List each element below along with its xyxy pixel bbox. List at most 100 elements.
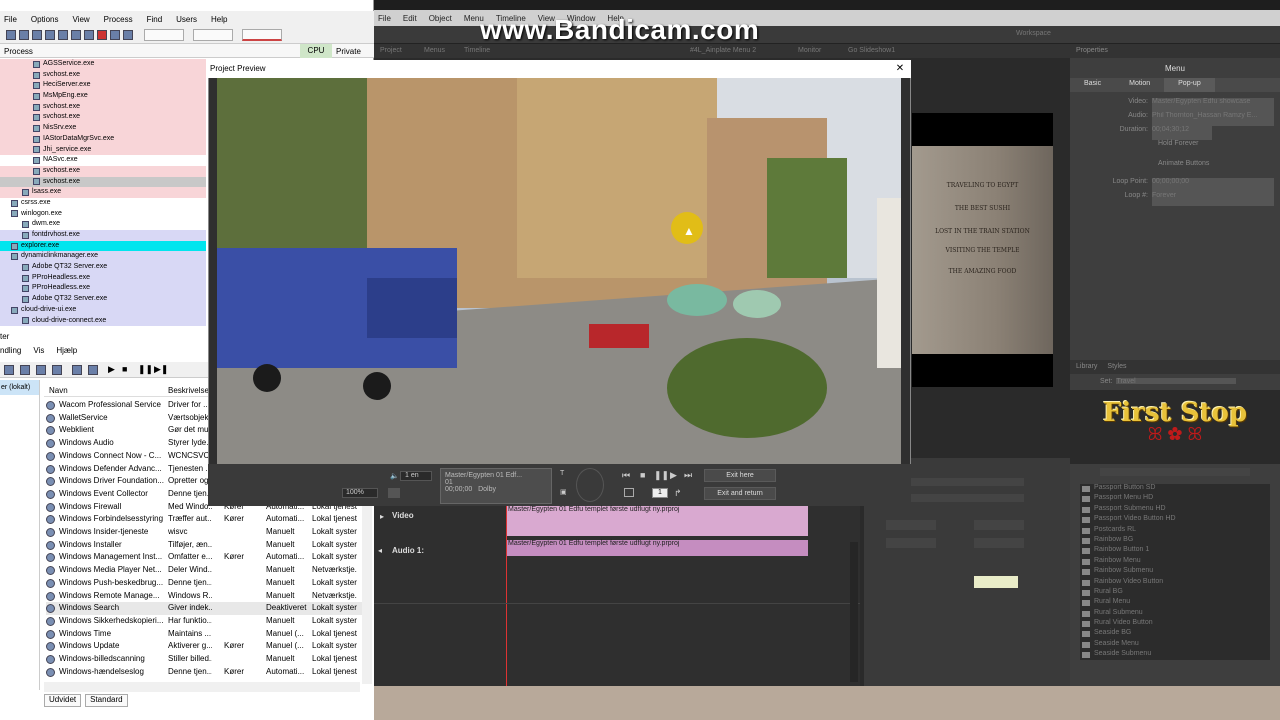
timeline-scrollbar[interactable] [850,542,858,682]
process-row[interactable]: HeciServer.exe [0,80,206,92]
library-item[interactable]: Rural BG [1080,588,1270,598]
process-row[interactable]: svchost.exe [0,69,206,81]
color-swatch[interactable] [974,576,1018,588]
preview-video[interactable]: ▲ [217,78,901,464]
help-icon[interactable] [72,365,82,375]
process-row[interactable]: cloud-drive-ui.exe [0,304,206,316]
console-icon[interactable] [36,365,46,375]
process-row[interactable]: svchost.exe [0,101,206,113]
menu-hjaelp[interactable]: Hjælp [56,346,77,360]
column-cpu[interactable]: CPU [300,44,332,58]
tab-timeline[interactable]: Timeline [464,47,490,54]
service-row[interactable]: Windows Sikkerhedskopieri... Har funktio.… [46,615,362,628]
title-menu-icon[interactable]: T [560,470,564,477]
crosshair-icon[interactable] [123,30,133,40]
tab-popup[interactable]: Pop-up [1164,78,1215,92]
process-row[interactable]: explorer.exe [0,240,206,252]
menu-item-5[interactable]: THE AMAZING FOOD [912,268,1053,275]
play-icon[interactable]: ▶ [670,470,677,481]
menu-handling[interactable]: ndling [0,346,21,360]
tab-basic[interactable]: Basic [1070,78,1115,92]
service-row[interactable]: Windows Search Giver indek... Deaktiveret L… [46,602,362,615]
process-row[interactable]: svchost.exe [0,165,206,177]
go-icon[interactable]: ↱ [674,488,682,499]
properties-tab[interactable]: Properties [1070,44,1280,58]
service-row[interactable]: Windows Forbindelsesstyring Træffer aut..… [46,513,362,526]
exit-and-return-button[interactable]: Exit and return [704,487,776,500]
loop-select[interactable]: Forever [1152,192,1274,206]
menu-file[interactable]: File [4,15,17,24]
column-description[interactable]: Beskrivelse [168,386,209,395]
workspace-label[interactable]: Workspace [1016,30,1051,37]
restart-icon[interactable]: ▶❚ [154,364,168,375]
process-row[interactable]: MsMpEng.exe [0,91,206,102]
tab-motion[interactable]: Motion [1115,78,1164,92]
library-item[interactable]: Passport Video Button HD [1080,515,1270,525]
process-row[interactable]: fontdrvhost.exe [0,230,206,241]
stop-icon[interactable]: ■ [122,364,127,374]
pause-icon[interactable]: ❚❚ [654,470,669,481]
system-info-icon[interactable] [32,30,42,40]
process-row[interactable]: Adobe QT32 Server.exe [0,294,206,305]
tab-monitor[interactable]: Monitor [798,47,821,54]
column-private[interactable]: Private [336,47,361,56]
tab-udvidet[interactable]: Udvidet [44,694,82,707]
process-row[interactable]: winlogon.exe [0,208,206,220]
library-item[interactable]: Passport Button SD [1080,484,1270,494]
forward-icon[interactable] [20,365,30,375]
tab-slideshow[interactable]: Go Slideshow1 [848,47,895,54]
hold-forever-checkbox[interactable]: Hold Forever [1090,140,1274,154]
previous-chapter-icon[interactable]: ⏮ [622,470,630,481]
process-row[interactable]: svchost.exe [0,112,206,124]
services-local-node[interactable]: er (lokalt) [0,380,39,395]
menu-file[interactable]: File [378,14,391,23]
tab-library[interactable]: Library [1076,363,1097,371]
speaker-icon[interactable]: 🔈 [390,472,399,480]
process-row[interactable]: AGSService.exe [0,59,206,70]
process-row[interactable]: IAStorDataMgrSvc.exe [0,133,206,145]
tab-project[interactable]: Project [380,47,402,54]
properties-icon[interactable] [45,30,55,40]
back-icon[interactable] [4,365,14,375]
library-item[interactable]: Rural Submenu [1080,609,1270,619]
service-row[interactable]: Windows-hændelseslog Denne tjen... Kører Au… [46,666,362,679]
kill-process-icon[interactable] [97,30,107,40]
menu-item-2[interactable]: THE BEST SUSHI [912,205,1053,212]
source-info[interactable]: Master/Egypten 01 Edf... 01 00;00;00 Dol… [440,468,552,504]
video-clip[interactable]: Master/Egypten 01 Edfu templet første ud… [506,506,808,536]
play-icon[interactable]: ▶ [108,364,115,375]
services-hscrollbar[interactable] [44,682,360,692]
menu-users[interactable]: Users [176,15,197,24]
process-row[interactable]: Jhi_service.exe [0,144,206,156]
process-row[interactable]: dynamiclinkmanager.exe [0,251,206,263]
menu-vis[interactable]: Vis [33,346,44,360]
library-item[interactable]: Rainbow Video Button [1080,578,1270,588]
menu-item-4[interactable]: VISITING THE TEMPLE [912,247,1053,254]
column-process[interactable]: Process [4,47,33,56]
process-row[interactable]: csrss.exe [0,197,206,209]
process-row[interactable]: svchost.exe [0,176,206,188]
process-row[interactable]: lsass.exe [0,187,206,198]
service-row[interactable]: Windows Push-beskedbrug... Denne tjen... M… [46,577,362,590]
library-item[interactable]: Postcards RL [1080,526,1270,536]
menu-process[interactable]: Process [104,15,133,24]
menu-help[interactable]: Help [211,15,227,24]
zoom-select[interactable]: 100% [342,488,378,498]
library-item[interactable]: Rainbow BG [1080,536,1270,546]
service-row[interactable]: Windows Update Aktiverer g... Kører Manuel … [46,640,362,653]
playhead[interactable] [506,506,507,686]
menu-object[interactable]: Object [429,14,452,23]
duration-field[interactable]: 00;04;30;12 [1152,126,1212,140]
tab-menus[interactable]: Menus [424,47,445,54]
process-row[interactable]: Adobe QT32 Server.exe [0,262,206,273]
service-row[interactable]: Windows Media Player Net... Deler Wind...… [46,564,362,577]
process-row[interactable]: PProHeadless.exe [0,272,206,284]
close-icon[interactable]: ✕ [894,63,906,75]
tree-icon[interactable] [58,30,68,40]
view-icon[interactable] [88,365,98,375]
language-select[interactable]: 1 en [400,471,432,481]
process-row[interactable]: cloud-drive-connect.exe [0,315,206,327]
library-item[interactable]: Seaside Submenu [1080,650,1270,660]
service-row[interactable]: Windows Remote Manage... Windows R... Manu… [46,590,362,603]
library-item[interactable]: Passport Menu HD [1080,494,1270,504]
